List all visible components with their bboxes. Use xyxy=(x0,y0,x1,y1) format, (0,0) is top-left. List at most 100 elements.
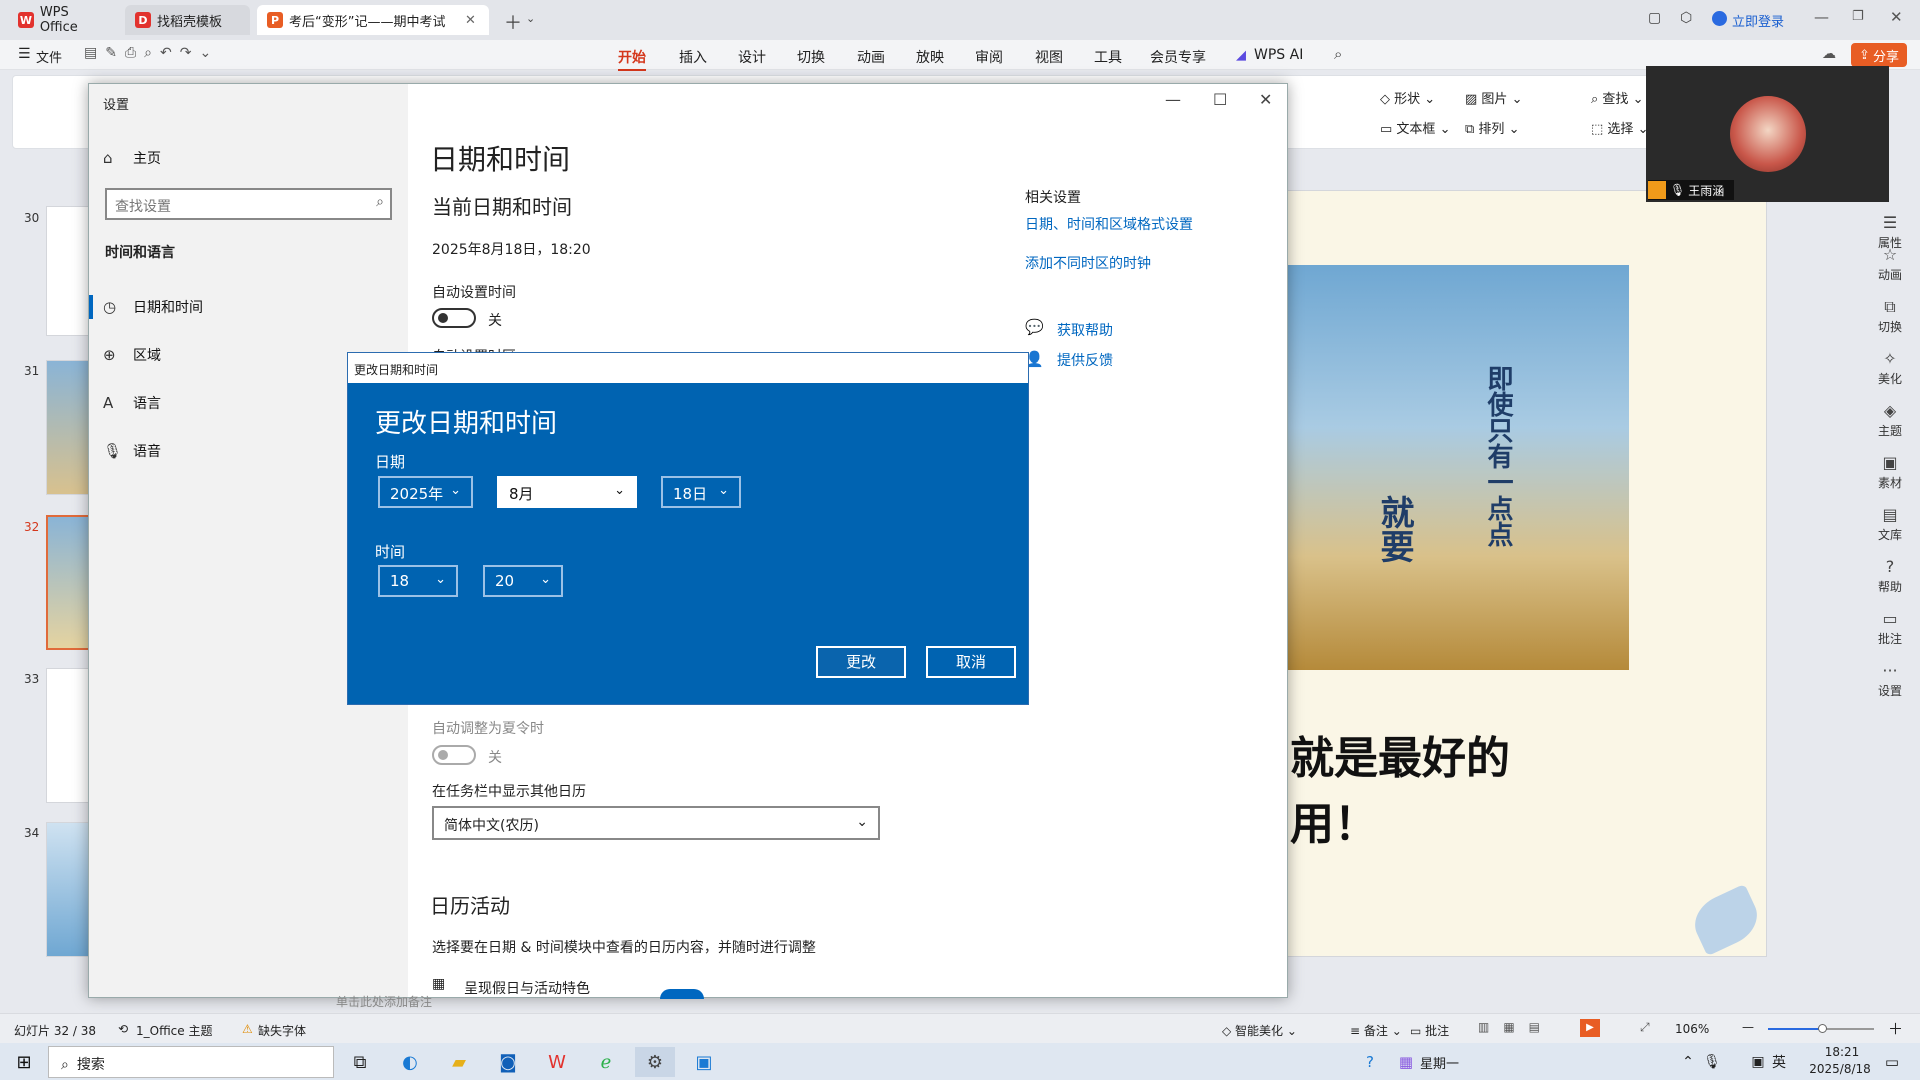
browser-icon[interactable]: ℯ xyxy=(586,1047,626,1077)
nav-region[interactable]: ⊕ 区域 xyxy=(103,345,161,365)
tab-label: 找稻壳模板 xyxy=(157,14,223,30)
windows-start-icon[interactable]: ⊞ xyxy=(4,1047,44,1077)
microphone-tray-icon[interactable]: 🎙 xyxy=(1692,1047,1732,1077)
panel-transition[interactable]: ⧉ 切换 xyxy=(1860,298,1920,335)
window-title: 设置 xyxy=(103,98,130,113)
nav-language[interactable]: A 语言 xyxy=(103,393,161,413)
panel-settings[interactable]: ··· 设置 xyxy=(1860,662,1920,699)
calendar-select[interactable]: 简体中文(农历) ⌄ xyxy=(432,806,880,840)
panel-theme[interactable]: ◈ 主题 xyxy=(1860,402,1920,439)
nav-speech[interactable]: 🎙 语音 xyxy=(103,441,161,461)
menu-tools[interactable]: 工具 xyxy=(1094,47,1122,67)
panel-beautify[interactable]: ✧ 美化 xyxy=(1860,350,1920,387)
file-explorer-icon[interactable]: ▰ xyxy=(439,1047,479,1077)
textbox-button[interactable]: ▭ 文本框 ⌄ xyxy=(1380,118,1450,137)
year-select[interactable]: 2025年 ⌄ xyxy=(378,476,473,508)
window-icon[interactable]: ▢ xyxy=(1648,10,1661,26)
arrange-button[interactable]: ⧉ 排列 ⌄ xyxy=(1465,118,1519,137)
nav-date-time[interactable]: ◷ 日期和时间 xyxy=(103,297,203,317)
menu-slideshow[interactable]: 放映 xyxy=(916,47,944,67)
outlook-icon[interactable]: ◙ xyxy=(488,1047,528,1077)
tab-wps-office[interactable]: W WPS Office xyxy=(8,5,120,35)
settings-search-input[interactable]: 查找设置 ⌕ xyxy=(105,188,392,220)
restore-icon[interactable]: ❐ xyxy=(1852,9,1864,24)
meeting-app-icon[interactable]: ▣ xyxy=(684,1047,724,1077)
share-button[interactable]: ⇪ 分享 xyxy=(1851,43,1907,67)
search-icon[interactable]: ⌕ xyxy=(1334,45,1342,63)
dst-toggle[interactable] xyxy=(432,745,476,765)
menu-member[interactable]: 会员专享 xyxy=(1150,47,1206,67)
panel-comment[interactable]: ▭ 批注 xyxy=(1860,610,1920,647)
panel-animation[interactable]: ☆ 动画 xyxy=(1860,246,1920,283)
missing-font[interactable]: 缺失字体 xyxy=(258,1022,306,1039)
taskbar-search[interactable]: ⌕ 搜索 xyxy=(48,1046,334,1078)
fit-icon[interactable]: ⤢ xyxy=(1640,1020,1650,1035)
theme-name[interactable]: 1_Office 主题 xyxy=(136,1022,212,1039)
edge-icon[interactable]: ◐ xyxy=(390,1047,430,1077)
zoom-in-icon[interactable]: ＋ xyxy=(1888,1018,1903,1039)
play-icon[interactable]: ▶ xyxy=(1580,1019,1600,1037)
menu-insert[interactable]: 插入 xyxy=(679,47,707,67)
shape-button[interactable]: ◇ 形状 ⌄ xyxy=(1380,88,1435,107)
menu-transition[interactable]: 切换 xyxy=(797,47,825,67)
panel-library[interactable]: ▤ 文库 xyxy=(1860,506,1920,543)
quick-access-icons[interactable]: ▤✎⎙⌕↶↷⌄ xyxy=(84,45,219,61)
panel-material[interactable]: ▣ 素材 xyxy=(1860,454,1920,491)
change-button[interactable]: 更改 xyxy=(816,646,906,678)
menu-view[interactable]: 视图 xyxy=(1035,47,1063,67)
notes-button[interactable]: ≡ 备注 ⌄ xyxy=(1350,1022,1402,1039)
find-button[interactable]: ⌕ 查找 ⌄ xyxy=(1591,88,1643,107)
video-overlay[interactable]: 🎙 王雨涵 xyxy=(1646,66,1889,202)
menu-wps-ai[interactable]: WPS AI xyxy=(1254,47,1303,63)
minimize-icon[interactable]: — xyxy=(1165,90,1181,109)
tab-dropdown-icon[interactable]: ⌄ xyxy=(526,12,535,25)
minimize-icon[interactable]: — xyxy=(1814,8,1829,26)
close-icon[interactable]: ✕ xyxy=(1890,8,1903,26)
tab-template[interactable]: D 找稻壳模板 xyxy=(125,5,250,35)
hour-select[interactable]: 18 ⌄ xyxy=(378,565,458,597)
help-tray-icon[interactable]: ? xyxy=(1350,1047,1390,1077)
menu-start[interactable]: 开始 xyxy=(618,47,646,71)
menu-icon[interactable]: ☰ xyxy=(18,46,31,62)
comment-button[interactable]: ▭ 批注 xyxy=(1410,1022,1449,1039)
login-link[interactable]: 立即登录 xyxy=(1732,11,1784,30)
close-tab-icon[interactable]: ✕ xyxy=(465,13,476,28)
close-icon[interactable]: ✕ xyxy=(1259,90,1272,109)
menu-review[interactable]: 审阅 xyxy=(975,47,1003,67)
tab-presentation[interactable]: P 考后“变形”记——期中考试 ✕ xyxy=(257,5,489,35)
maximize-icon[interactable]: ☐ xyxy=(1213,90,1227,109)
select-button[interactable]: ⬚ 选择 ⌄ xyxy=(1591,118,1648,137)
panel-help[interactable]: ? 帮助 xyxy=(1860,558,1920,595)
task-view-icon[interactable]: ⧉ xyxy=(340,1047,380,1077)
cube-icon[interactable]: ⬡ xyxy=(1680,10,1692,26)
notes-placeholder[interactable]: 单击此处添加备注 xyxy=(336,993,432,1010)
feedback-link[interactable]: 提供反馈 xyxy=(1057,350,1113,370)
day-select[interactable]: 18日 ⌄ xyxy=(661,476,741,508)
ime-indicator[interactable]: 英 xyxy=(1772,1052,1786,1072)
view-mode-icons[interactable]: ▥▦▤ xyxy=(1478,1020,1554,1034)
related-link-clocks[interactable]: 添加不同时区的时钟 xyxy=(1025,253,1151,273)
zoom-out-icon[interactable]: — xyxy=(1742,1020,1754,1034)
minute-select[interactable]: 20 ⌄ xyxy=(483,565,563,597)
nav-home[interactable]: ⌂ 主页 xyxy=(103,148,161,168)
holidays-toggle[interactable] xyxy=(660,989,704,999)
get-help-link[interactable]: 获取帮助 xyxy=(1057,320,1113,340)
smart-beautify[interactable]: ◇ 智能美化 ⌄ xyxy=(1222,1022,1297,1039)
settings-gear-icon[interactable]: ⚙ xyxy=(635,1047,675,1077)
clock-time[interactable]: 18:21 xyxy=(1814,1045,1870,1059)
related-link-format[interactable]: 日期、时间和区域格式设置 xyxy=(1025,214,1193,234)
cancel-button[interactable]: 取消 xyxy=(926,646,1016,678)
zoom-level[interactable]: 106% xyxy=(1675,1022,1709,1036)
wps-taskbar-icon[interactable]: W xyxy=(537,1047,577,1077)
clock-date[interactable]: 2025/8/18 xyxy=(1800,1062,1880,1076)
auto-time-toggle[interactable] xyxy=(432,308,476,328)
menu-animation[interactable]: 动画 xyxy=(857,47,885,67)
zoom-slider[interactable] xyxy=(1768,1024,1874,1033)
month-select[interactable]: 8月 ⌄ xyxy=(497,476,637,508)
notification-icon[interactable]: ▭ xyxy=(1872,1047,1912,1077)
menu-design[interactable]: 设计 xyxy=(738,47,766,67)
cloud-upload-icon[interactable]: ☁ xyxy=(1822,46,1836,62)
new-tab-icon[interactable]: ＋ xyxy=(504,9,522,35)
picture-button[interactable]: ▨ 图片 ⌄ xyxy=(1465,88,1522,107)
file-menu[interactable]: 文件 xyxy=(36,47,62,66)
